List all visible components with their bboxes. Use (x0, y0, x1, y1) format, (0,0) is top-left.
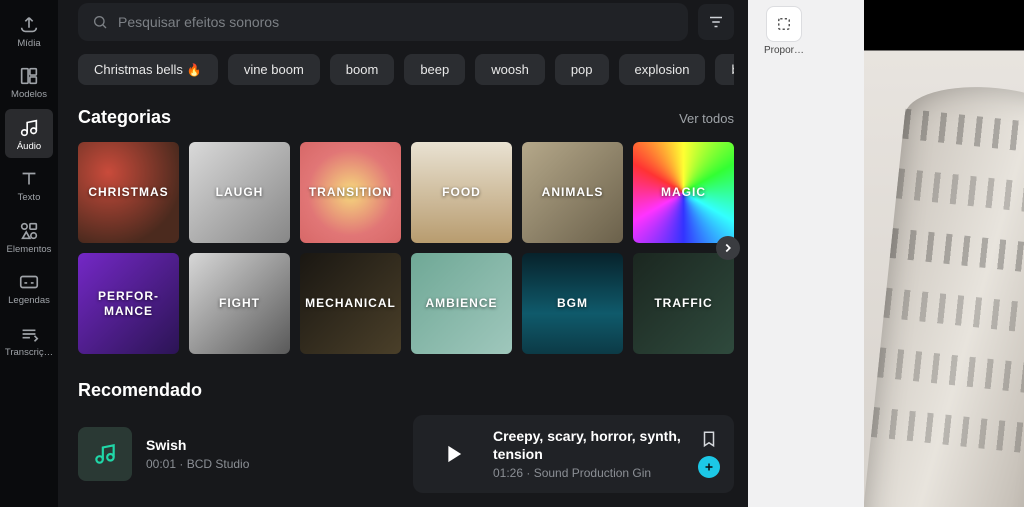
nav-text[interactable]: Texto (5, 160, 53, 209)
category-fight[interactable]: FIGHT (189, 253, 290, 354)
category-traffic[interactable]: TRAFFIC (633, 253, 734, 354)
rec-title: Swish (146, 437, 399, 455)
category-perfor-mance[interactable]: PERFOR- MANCE (78, 253, 179, 354)
category-transition[interactable]: TRANSITION (300, 142, 401, 243)
music-thumb (78, 427, 132, 481)
chip-beep[interactable]: beep (404, 54, 465, 85)
chip-vine-boom[interactable]: vine boom (228, 54, 320, 85)
nav-label: Transcriç… (5, 348, 53, 358)
category-bgm[interactable]: BGM (522, 253, 623, 354)
recommended-item[interactable]: Swish 00:01 · BCD Studio (78, 415, 399, 493)
crop-icon (775, 15, 793, 33)
category-label: FOOD (436, 185, 487, 199)
aspect-ratio-label: Propor… (764, 45, 804, 56)
category-laugh[interactable]: LAUGH (189, 142, 290, 243)
fire-icon: 🔥 (187, 63, 202, 77)
recommended-head: Recomendado (78, 380, 734, 401)
categories-head: Categorias Ver todos (78, 107, 734, 128)
chips-row: Christmas bells🔥 vine boom boom beep wooshpo… (78, 54, 734, 85)
nav-label: Elementos (7, 245, 52, 255)
rec-info: Swish 00:01 · BCD Studio (146, 437, 399, 472)
search-input[interactable] (118, 14, 674, 30)
left-nav: Mídia Modelos Áudio Texto Elementos Legendas T… (0, 0, 58, 507)
nav-captions[interactable]: Legendas (5, 263, 53, 312)
nav-templates[interactable]: Modelos (5, 57, 53, 106)
play-icon (439, 440, 467, 468)
nav-label: Mídia (17, 39, 40, 49)
category-label: LAUGH (210, 185, 270, 199)
recommended-item[interactable]: Creepy, scary, horror, synth, tension 01:… (413, 415, 734, 493)
chip-b[interactable]: b (715, 54, 734, 85)
search-box[interactable] (78, 3, 688, 41)
category-label: MECHANICAL (300, 296, 401, 310)
category-label: AMBIENCE (419, 296, 503, 310)
category-christmas[interactable]: CHRISTMAS (78, 142, 179, 243)
category-label: CHRISTMAS (82, 185, 174, 199)
music-note-icon (92, 441, 118, 467)
nav-label: Texto (18, 193, 41, 203)
category-label: MAGIC (655, 185, 712, 199)
play-thumb[interactable] (427, 428, 479, 480)
filter-icon (707, 13, 725, 31)
category-label: PERFOR- MANCE (92, 289, 165, 318)
nav-label: Áudio (17, 142, 41, 152)
bookmark-icon[interactable] (700, 430, 718, 448)
category-label: TRAFFIC (648, 296, 718, 310)
video-preview[interactable] (864, 0, 1024, 507)
nav-elements[interactable]: Elementos (5, 212, 53, 261)
chevron-right-icon (721, 241, 735, 255)
chip-christmas-bells[interactable]: Christmas bells🔥 (78, 54, 218, 85)
nav-label: Modelos (11, 90, 47, 100)
chip-pop[interactable]: pop (555, 54, 609, 85)
rec-info: Creepy, scary, horror, synth, tension 01:… (493, 428, 684, 480)
recommended-title: Recomendado (78, 380, 202, 401)
category-label: ANIMALS (536, 185, 610, 199)
chip-boom[interactable]: boom (330, 54, 395, 85)
categories-grid: CHRISTMAS LAUGH TRANSITION FOOD ANIMALS MAGIC… (78, 142, 734, 354)
recommended-grid: Swish 00:01 · BCD Studio Creepy, scary, ho… (78, 415, 734, 493)
preview-area: Propor… (748, 0, 1024, 507)
category-animals[interactable]: ANIMALS (522, 142, 623, 243)
rec-meta: 00:01 · BCD Studio (146, 457, 399, 471)
filter-button[interactable] (698, 4, 734, 40)
category-label: BGM (551, 296, 594, 310)
main-panel: Christmas bells🔥 vine boom boom beep wooshpo… (58, 0, 748, 507)
category-mechanical[interactable]: MECHANICAL (300, 253, 401, 354)
rec-title: Creepy, scary, horror, synth, tension (493, 428, 684, 463)
rec-meta: 01:26 · Sound Production Gin (493, 466, 684, 480)
category-label: FIGHT (213, 296, 266, 310)
add-button[interactable] (698, 456, 720, 478)
preview-image (864, 79, 1024, 507)
search-row (78, 2, 734, 42)
categories-next-button[interactable] (716, 236, 740, 260)
rec-actions (698, 430, 720, 478)
nav-audio[interactable]: Áudio (5, 109, 53, 158)
category-label: TRANSITION (303, 185, 398, 199)
plus-icon (703, 461, 715, 473)
search-icon (92, 14, 108, 30)
chip-woosh[interactable]: woosh (475, 54, 545, 85)
category-food[interactable]: FOOD (411, 142, 512, 243)
see-all-link[interactable]: Ver todos (679, 111, 734, 126)
category-magic[interactable]: MAGIC (633, 142, 734, 243)
categories-title: Categorias (78, 107, 171, 128)
nav-label: Legendas (8, 296, 50, 306)
nav-transcribe[interactable]: Transcriç… (5, 315, 53, 364)
chip-explosion[interactable]: explosion (619, 54, 706, 85)
nav-upload[interactable]: Mídia (5, 6, 53, 55)
aspect-ratio-tool[interactable]: Propor… (760, 6, 808, 56)
category-ambience[interactable]: AMBIENCE (411, 253, 512, 354)
